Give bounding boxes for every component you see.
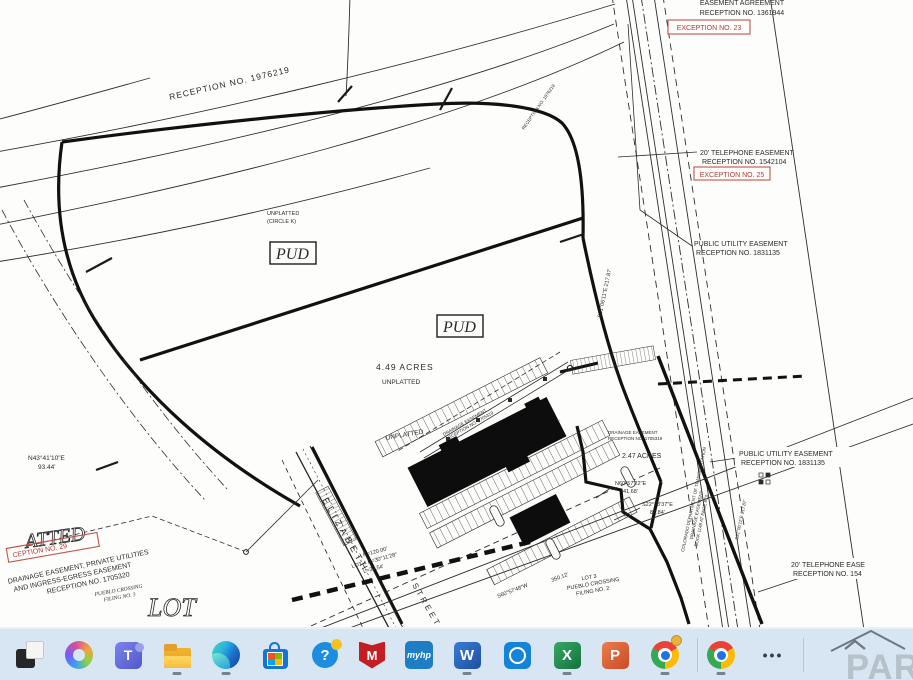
map-label-n43d: 93.44' [38, 464, 56, 471]
taskbar-teams-button[interactable]: T [111, 633, 145, 677]
map-label-circle-k: (CIRCLE K) [267, 219, 296, 225]
taskbar-alexa-button[interactable] [500, 633, 534, 677]
map-label-n60: N60°57'22"E [615, 481, 647, 487]
boundary-ticks [85, 87, 585, 472]
mcafee-icon: M [359, 641, 385, 669]
utility-boxes [758, 472, 771, 485]
taskbar-start-button[interactable] [13, 633, 47, 677]
taskbar-mcafee-button[interactable]: M [355, 633, 389, 677]
chrome-profile-badge [671, 635, 682, 646]
map-label-easement-agreement: EASEMENT AGREEMENT [700, 0, 785, 7]
chrome-icon [707, 641, 735, 669]
map-label-utility2: PUBLIC UTILITY EASEMENT [739, 451, 833, 458]
watermark-roof-icon [830, 629, 906, 652]
map-label-s22: S22°38'37"E [642, 502, 673, 508]
highway-arcs [0, 0, 625, 262]
map-label-n43: N43°41'10"E [28, 454, 66, 462]
tick-mark [337, 85, 353, 103]
map-label-drsm1: DRAINAGE EASEMENT [608, 430, 658, 435]
running-indicator [660, 672, 670, 675]
taskbar-overflow-button[interactable]: ••• [756, 633, 790, 677]
map-label-s31: S31°06'11"E 217.87' [597, 268, 613, 318]
running-indicator [562, 672, 572, 675]
map-label-telephone1-no: RECEPTION NO. 1542104 [702, 159, 787, 166]
map-label-pud-2: PUD [442, 319, 476, 336]
myhp-icon: myhp [405, 641, 433, 669]
windows-start-icon [16, 641, 44, 669]
teams-icon: T [114, 641, 144, 669]
map-label-exception-23: EXCEPTION NO. 23 [677, 25, 742, 32]
copilot-icon [65, 641, 93, 669]
row-line [656, 355, 764, 625]
map-label-drsm2: RECEPTION NO. 1705319 [608, 436, 663, 441]
plat-drawing: RECEPTION NO. 1976219 EASEMENT AGREEMENT… [0, 0, 913, 627]
taskbar-chrome-button-2[interactable] [704, 633, 738, 677]
map-label-s22d: 84.84' [650, 510, 665, 516]
map-label-reception-top: RECEPTION NO. 1976219 [168, 64, 291, 102]
taskbar-help-button[interactable]: ? [308, 633, 342, 677]
help-icon: ? [312, 639, 342, 668]
taskbar-powerpoint-button[interactable]: P [598, 633, 632, 677]
taskbar-microsoft-store-button[interactable] [258, 633, 292, 677]
driveway-hatch [570, 345, 656, 375]
taskbar-file-explorer-button[interactable] [160, 633, 194, 677]
lot3-block: LOT 3 PUEBLO CROSSING FILING NO. 2 [567, 574, 620, 598]
map-label-unplatted-1: UNPLATTED [382, 379, 420, 386]
file-explorer-icon [163, 643, 191, 668]
running-indicator [716, 672, 726, 675]
overflow-dots-icon: ••• [762, 647, 784, 663]
map-label-acres-449: 4.49 ACRES [376, 362, 434, 372]
running-indicator [172, 672, 182, 675]
pueblo-crossing-3: PUEBLO CROSSING FILING NO. 3 [93, 584, 143, 604]
map-label-exception-25: EXCEPTION NO. 25 [700, 172, 765, 179]
taskbar-chrome-button-1[interactable] [648, 633, 682, 677]
watermark-text: PAR [845, 648, 913, 680]
map-label-n60d: 41.68' [623, 489, 638, 495]
taskbar-separator [697, 638, 698, 672]
map-label-telephone2: 20' TELEPHONE EASE [791, 562, 865, 569]
leader [245, 479, 319, 553]
taskbar-edge-button[interactable] [209, 633, 243, 677]
taskbar-word-button[interactable]: W [450, 633, 484, 677]
map-label-telephone1: 20' TELEPHONE EASEMENT [700, 150, 795, 157]
map-label-pud-1: PUD [275, 246, 309, 263]
map-label-utility2-no: RECEPTION NO. 1831135 [741, 460, 825, 467]
map-label-telephone2-no: RECEPTION NO. 154 [793, 571, 862, 578]
taskbar-copilot-button[interactable] [62, 633, 96, 677]
map-label-acres-247: 2.47 ACRES [622, 453, 662, 460]
word-icon: W [453, 641, 481, 669]
map-label-utility1-no: RECEPTION NO. 1831135 [696, 250, 780, 257]
running-indicator [221, 672, 231, 675]
map-label-s60: S60°57'48"W [497, 582, 530, 600]
map-label-utility1: PUBLIC UTILITY EASEMENT [694, 241, 788, 248]
map-label-reception-1361944: RECEPTION NO. 1361944 [700, 10, 785, 17]
excel-icon: X [553, 641, 581, 669]
map-label-elizabeth: ELIZABETH [320, 496, 371, 575]
taskbar-excel-button[interactable]: X [550, 633, 584, 677]
map-label-d350: 350.12' [551, 572, 570, 584]
map-label-lot-big: LOT [147, 593, 197, 622]
taskbar: T ? M myhp W X P ••• PAR [0, 627, 913, 680]
photo-watermark: PAR [803, 627, 913, 680]
powerpoint-icon: P [601, 641, 629, 669]
alexa-icon [503, 641, 531, 669]
running-indicator [462, 672, 472, 675]
plat-map-viewport: RECEPTION NO. 1976219 EASEMENT AGREEMENT… [0, 0, 913, 627]
microsoft-store-icon [262, 641, 288, 669]
section-line [657, 374, 807, 386]
edge-icon [212, 641, 240, 669]
map-label-unplatted-ck: UNPLATTED [267, 211, 299, 217]
taskbar-separator [803, 638, 804, 672]
taskbar-myhp-button[interactable]: myhp [402, 633, 436, 677]
